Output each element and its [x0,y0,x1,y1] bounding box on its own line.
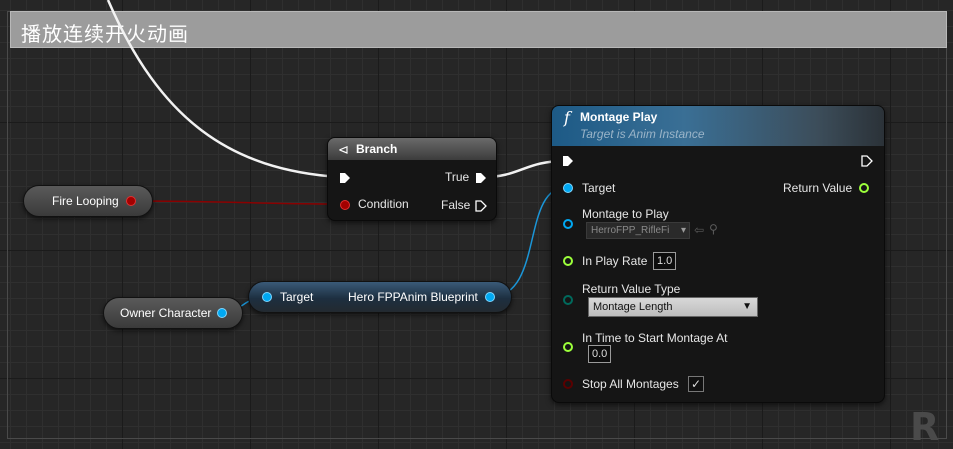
branch-false-pin[interactable] [475,200,487,212]
stop-all-montages-checkbox[interactable]: ✓ [688,376,704,392]
exec-wire-incoming [106,0,341,179]
montage-asset-picker[interactable]: HerroFPP_RifleFi ▾ [586,222,690,239]
in-play-rate-pin[interactable] [563,256,573,266]
getter-target-label: Target [280,290,314,304]
montage-target-label: Target [582,181,616,195]
hero-anim-getter-node[interactable]: Target Hero FPPAnim Blueprint [248,281,512,313]
getter-target-pin[interactable] [262,292,272,302]
montage-play-title: Montage Play [580,110,658,124]
in-play-rate-input[interactable]: 1.0 [653,252,677,270]
montage-asset-value: HerroFPP_RifleFi [591,225,670,236]
browse-asset-search-icon[interactable]: ⚲ [709,222,718,236]
function-icon: f [564,108,570,127]
return-value-type-label: Return Value Type [582,282,681,296]
fire-looping-node[interactable]: Fire Looping [23,185,153,217]
branch-header [328,138,496,160]
owner-character-label: Owner Character [120,306,212,320]
return-value-type-select[interactable]: Montage Length ▼ [588,297,758,317]
branch-exec-in-pin[interactable] [339,172,351,184]
branch-condition-pin[interactable] [340,200,350,210]
branch-true-label: True [445,170,470,184]
bool-wire-condition [130,200,345,205]
in-play-rate-label: In Play Rate [582,254,648,268]
getter-output-pin[interactable] [485,292,495,302]
owner-character-node[interactable]: Owner Character [103,297,243,329]
in-time-label: In Time to Start Montage At [582,331,728,345]
dropdown-arrow-icon: ▼ [742,301,752,312]
branch-false-label: False [441,198,471,212]
montage-play-node[interactable]: f Montage Play Target is Anim Instance T… [551,105,885,403]
stop-all-montages-label: Stop All Montages [582,377,679,391]
branch-icon: ⊲ [338,142,349,157]
return-value-type-value: Montage Length [593,301,673,313]
use-selected-asset-icon[interactable]: ⇦ [694,223,704,237]
montage-to-play-pin[interactable] [563,219,573,229]
getter-output-label: Hero FPPAnim Blueprint [348,290,478,304]
engine-watermark: R [910,405,940,449]
fire-looping-output-pin[interactable] [126,196,136,206]
stop-all-montages-pin[interactable] [563,379,573,389]
branch-node[interactable]: ⊲ Branch True Condition False [327,137,497,221]
return-value-label: Return Value [783,181,853,195]
return-value-pin[interactable] [859,183,869,193]
in-time-input[interactable]: 0.0 [588,345,612,363]
montage-to-play-label: Montage to Play [582,207,669,221]
montage-target-pin[interactable] [563,183,573,193]
montage-exec-out-pin[interactable] [861,155,873,167]
fire-looping-label: Fire Looping [52,194,119,208]
montage-play-subtitle: Target is Anim Instance [580,127,705,141]
return-value-type-pin[interactable] [563,295,573,305]
montage-exec-in-pin[interactable] [562,155,574,167]
owner-character-output-pin[interactable] [217,308,227,318]
branch-true-pin[interactable] [475,172,487,184]
branch-condition-label: Condition [358,197,409,211]
in-time-pin[interactable] [563,342,573,352]
branch-title: Branch [356,142,398,156]
chevron-down-icon: ▾ [680,225,686,236]
